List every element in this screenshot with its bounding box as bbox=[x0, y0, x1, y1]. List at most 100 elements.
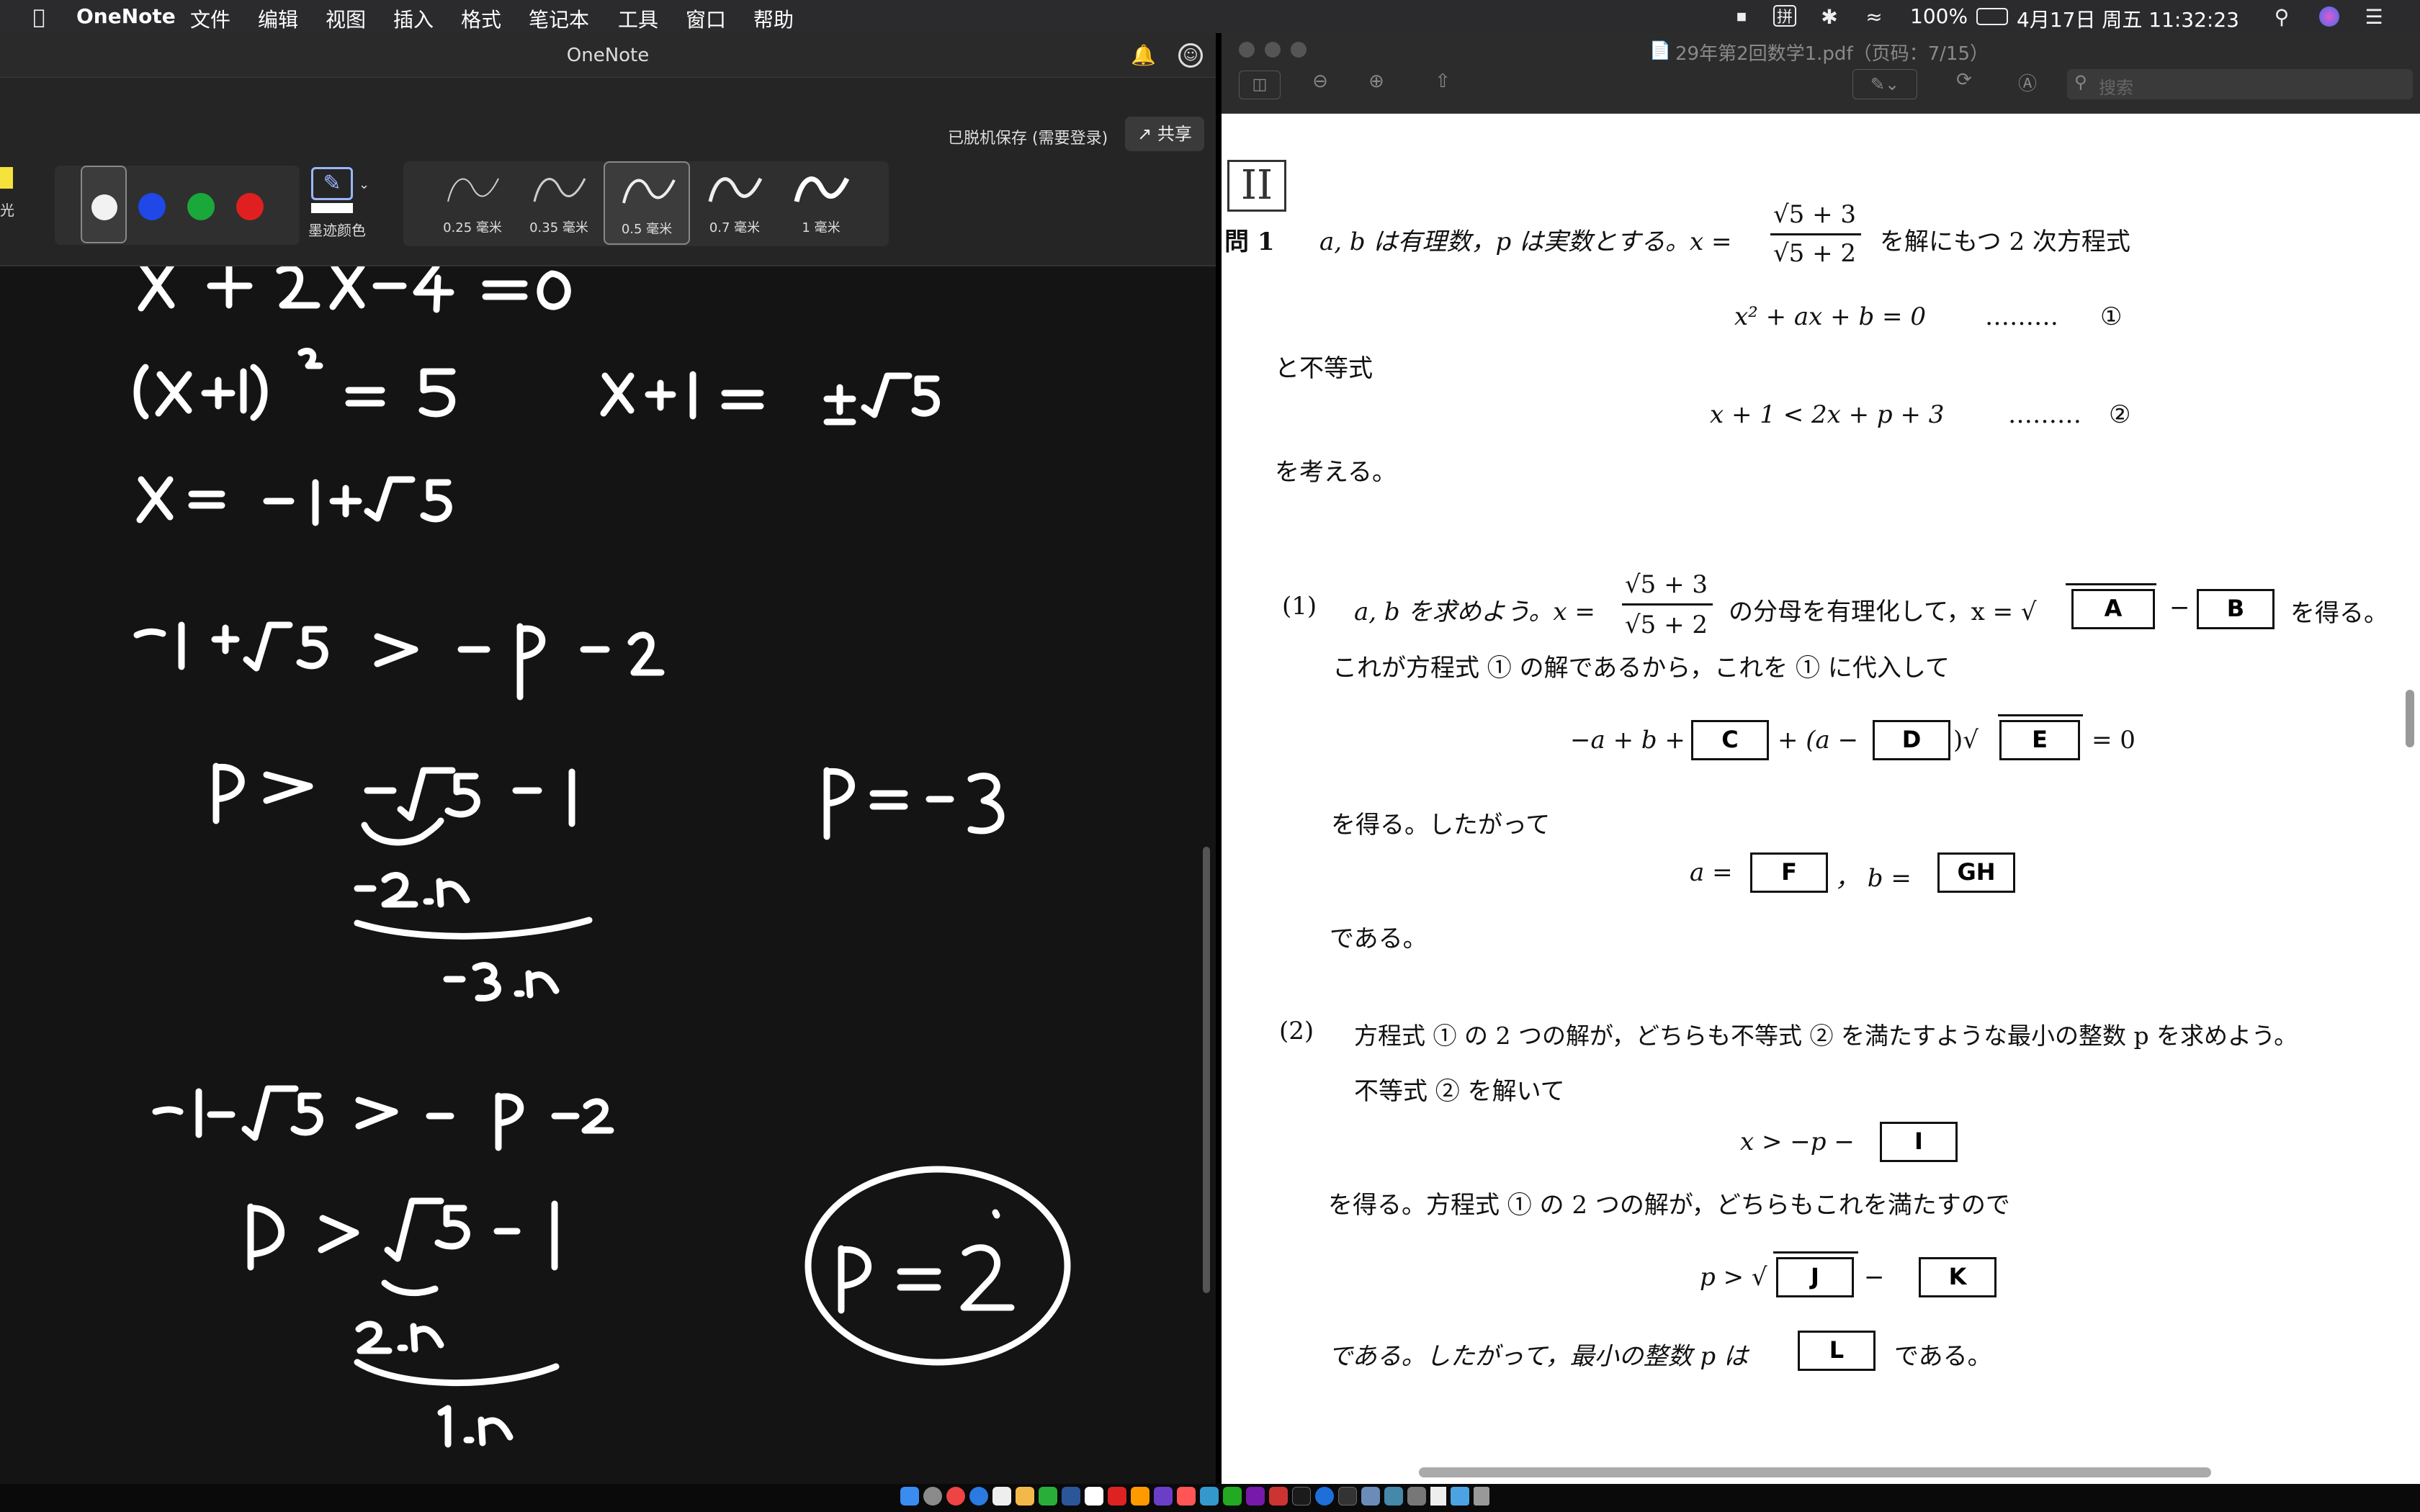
chrome-icon[interactable] bbox=[946, 1487, 965, 1506]
siri-icon[interactable] bbox=[2316, 5, 2342, 28]
calendar-icon[interactable] bbox=[992, 1487, 1011, 1506]
app-icon[interactable] bbox=[1223, 1487, 1242, 1506]
bluetooth-icon[interactable]: ✱ bbox=[1816, 5, 1842, 29]
stroke-preview-icon bbox=[533, 178, 586, 202]
answer-box-a[interactable]: A bbox=[2071, 589, 2155, 629]
thickness-0-35[interactable]: 0.35 毫米 bbox=[519, 167, 599, 242]
stroke-preview-icon bbox=[447, 178, 499, 202]
menu-insert[interactable]: 插入 bbox=[393, 4, 434, 33]
part-2-text: 方程式 ① の 2 つの解が，どちらも不等式 ② を満たすような最小の整数 p … bbox=[1354, 1022, 2298, 1050]
acrobat-icon[interactable] bbox=[1108, 1487, 1126, 1506]
notes-icon[interactable] bbox=[1085, 1487, 1103, 1506]
share-label: 共享 bbox=[1157, 124, 1192, 144]
app-icon[interactable] bbox=[1269, 1487, 1288, 1506]
answer-box-f[interactable]: F bbox=[1750, 852, 1828, 893]
thickness-label: 1 毫米 bbox=[802, 220, 841, 235]
pdf-vertical-scrollbar[interactable] bbox=[2406, 690, 2414, 747]
answer-box-i[interactable]: I bbox=[1880, 1122, 1958, 1162]
launchpad-icon[interactable] bbox=[923, 1487, 942, 1506]
app-icon[interactable] bbox=[1338, 1487, 1357, 1506]
bell-icon[interactable]: 🔔 bbox=[1131, 33, 1156, 78]
document-icon[interactable] bbox=[1430, 1487, 1446, 1506]
trash-icon[interactable] bbox=[1474, 1487, 1489, 1506]
color-swatch-red[interactable] bbox=[236, 193, 264, 220]
ink-color-button[interactable]: ✎ ⌄ 墨迹颜色 bbox=[305, 167, 377, 246]
minimize-window-icon[interactable] bbox=[1265, 42, 1281, 58]
menu-file[interactable]: 文件 bbox=[190, 4, 230, 33]
input-method-icon[interactable]: 拼 bbox=[1773, 5, 1796, 27]
zoom-out-icon[interactable]: ⊖ bbox=[1304, 71, 1337, 99]
pdf-horizontal-scrollbar[interactable] bbox=[1419, 1467, 2211, 1477]
part-2-line-3: を得る。方程式 ① の 2 つの解が，どちらもこれを満たすので bbox=[1328, 1191, 2010, 1220]
safari-icon[interactable] bbox=[969, 1487, 988, 1506]
answer-box-j[interactable]: J bbox=[1776, 1257, 1854, 1297]
annotate-icon[interactable]: Ⓐ bbox=[2011, 69, 2044, 99]
app-icon[interactable] bbox=[1315, 1487, 1334, 1506]
app-icon[interactable] bbox=[1200, 1487, 1219, 1506]
answer-box-c[interactable]: C bbox=[1691, 720, 1769, 760]
app-icon[interactable] bbox=[1154, 1487, 1173, 1506]
answer-box-k[interactable]: K bbox=[1919, 1257, 1996, 1297]
menu-format[interactable]: 格式 bbox=[461, 4, 501, 33]
menu-help[interactable]: 帮助 bbox=[753, 4, 794, 33]
share-icon[interactable]: ⇧ bbox=[1426, 71, 1459, 99]
menu-edit[interactable]: 编辑 bbox=[258, 4, 298, 33]
app-icon[interactable] bbox=[1384, 1487, 1403, 1506]
color-swatch-green[interactable] bbox=[187, 193, 215, 220]
part-1-text-b: の分母を有理化して，x = √ bbox=[1729, 598, 2037, 626]
zoom-window-icon[interactable] bbox=[1291, 42, 1307, 58]
highlighter-label: 光 bbox=[0, 202, 14, 219]
pen-color-group bbox=[55, 166, 300, 245]
app-icon[interactable] bbox=[1407, 1487, 1426, 1506]
thickness-0-25[interactable]: 0.25 毫米 bbox=[432, 167, 513, 242]
app-icon[interactable] bbox=[1131, 1487, 1150, 1506]
thickness-0-7[interactable]: 0.7 毫米 bbox=[694, 167, 775, 242]
sidebar-toggle-icon[interactable]: ◫ bbox=[1239, 71, 1281, 99]
app-icon[interactable] bbox=[1292, 1487, 1311, 1506]
menu-view[interactable]: 视图 bbox=[326, 4, 366, 33]
menu-tools[interactable]: 工具 bbox=[618, 4, 658, 33]
color-swatch-blue[interactable] bbox=[138, 193, 166, 220]
finder-icon[interactable] bbox=[900, 1487, 919, 1506]
apple-icon[interactable]:  bbox=[26, 5, 52, 29]
and-inequality-text: と不等式 bbox=[1275, 354, 1373, 383]
q1-label: 問 1 bbox=[1224, 228, 1275, 256]
stop-recording-icon[interactable]: ⏹ bbox=[1729, 4, 1754, 28]
save-status: 已脱机保存 (需要登录) bbox=[948, 130, 1108, 148]
app-menu-onenote[interactable]: OneNote bbox=[76, 4, 176, 28]
photos-icon[interactable] bbox=[1016, 1487, 1034, 1506]
rotate-icon[interactable]: ⟳ bbox=[1948, 69, 1981, 99]
wifi-icon[interactable]: ≈ bbox=[1861, 5, 1887, 29]
folder-icon[interactable] bbox=[1451, 1487, 1469, 1506]
stroke-preview-icon bbox=[708, 177, 763, 202]
search-field[interactable]: ⚲ 搜索 bbox=[2067, 69, 2413, 99]
answer-box-b[interactable]: B bbox=[2197, 589, 2275, 629]
search-icon[interactable]: ⚲ bbox=[2269, 5, 2295, 29]
wechat-icon[interactable] bbox=[1039, 1487, 1057, 1506]
battery-icon[interactable] bbox=[1976, 8, 2008, 25]
answer-box-l[interactable]: L bbox=[1798, 1331, 1876, 1371]
highlighter-tool[interactable]: 光 bbox=[0, 167, 16, 239]
vertical-scrollbar[interactable] bbox=[1203, 847, 1210, 1293]
thickness-group: 0.25 毫米 0.35 毫米 0.5 毫米 0.7 毫米 1 毫米 bbox=[403, 161, 889, 246]
markup-pen-icon[interactable]: ✎⌄ bbox=[1852, 69, 1917, 99]
clock[interactable]: 4月17日 周五 11:32:23 bbox=[2017, 4, 2239, 33]
answer-box-e[interactable]: E bbox=[1999, 720, 2080, 760]
smiley-feedback-icon[interactable]: ☺ bbox=[1178, 43, 1203, 68]
share-button[interactable]: ↗ 共享 bbox=[1125, 117, 1204, 151]
app-icon[interactable] bbox=[1177, 1487, 1196, 1506]
pen-white-selected[interactable] bbox=[81, 166, 127, 243]
menu-window[interactable]: 窗口 bbox=[686, 4, 726, 33]
answer-box-d[interactable]: D bbox=[1873, 720, 1950, 760]
close-window-icon[interactable] bbox=[1239, 42, 1255, 58]
ink-canvas[interactable] bbox=[0, 266, 1216, 1484]
onenote-icon[interactable] bbox=[1246, 1487, 1265, 1506]
preview-icon[interactable] bbox=[1361, 1487, 1380, 1506]
notification-center-icon[interactable]: ☰ bbox=[2361, 5, 2387, 29]
menu-notebook[interactable]: 笔记本 bbox=[529, 4, 589, 33]
thickness-1[interactable]: 1 毫米 bbox=[781, 167, 861, 242]
answer-box-gh[interactable]: GH bbox=[1937, 852, 2015, 893]
zoom-in-icon[interactable]: ⊕ bbox=[1360, 71, 1393, 99]
word-icon[interactable] bbox=[1062, 1487, 1080, 1506]
thickness-0-5-selected[interactable]: 0.5 毫米 bbox=[604, 161, 690, 245]
